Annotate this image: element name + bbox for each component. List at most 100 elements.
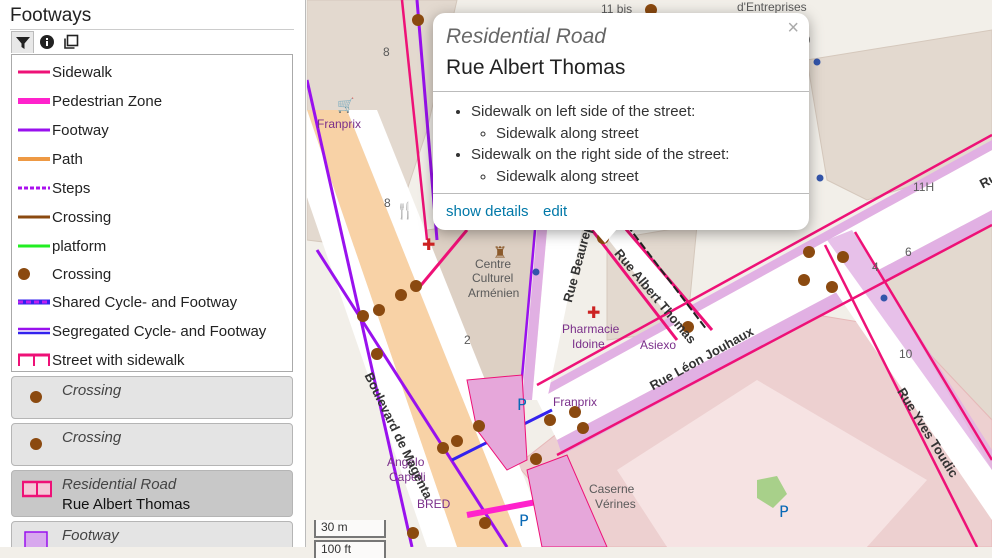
footway-area-symbol xyxy=(24,531,48,547)
feature-popup: × Residential Road Rue Albert Thomas Sid… xyxy=(433,13,809,243)
steps-line-symbol xyxy=(18,186,50,190)
sidewalk-line-symbol xyxy=(18,70,50,74)
doctor-icon: ✚ xyxy=(422,235,435,254)
crossing-dot xyxy=(371,348,383,360)
poi-dot xyxy=(813,58,821,66)
filter-icon xyxy=(15,36,30,49)
popup-sub-item: Sidewalk along street xyxy=(496,123,729,145)
legend-label: Crossing xyxy=(52,208,112,226)
crossing-line-symbol xyxy=(18,215,50,219)
feature-type: Residential Road xyxy=(62,476,177,493)
close-button[interactable]: × xyxy=(787,17,799,40)
legend-item: Crossing xyxy=(12,260,292,288)
popup-feature-name: Rue Albert Thomas xyxy=(446,56,626,79)
crossing-dot xyxy=(479,517,491,529)
house-number: 10 xyxy=(899,347,913,361)
info-icon xyxy=(39,35,54,49)
poi-dot xyxy=(532,268,540,276)
crossing-dot xyxy=(798,274,810,286)
legend-label: Footway xyxy=(52,121,109,139)
crossing-dot-symbol xyxy=(30,438,42,450)
street-with-sidewalk-symbol xyxy=(22,480,52,498)
layer-title: Footways xyxy=(10,5,92,26)
crossing-dot xyxy=(410,280,422,292)
crossing-dot xyxy=(837,251,849,263)
sidewalk-left-label: Sidewalk on left side of the street: xyxy=(471,103,696,120)
crossing-dot xyxy=(826,281,838,293)
legend-label: Shared Cycle- and Footway xyxy=(52,293,238,311)
info-tab[interactable] xyxy=(35,31,58,53)
crossing-dot xyxy=(407,527,419,539)
poi-label: Franprix xyxy=(317,117,362,131)
copy-tab[interactable] xyxy=(59,31,82,53)
feature-card[interactable]: Footway xyxy=(11,521,293,547)
legend-item: Crossing xyxy=(12,203,292,231)
legend-item: Pedestrian Zone xyxy=(12,87,292,115)
legend: Sidewalk Pedestrian Zone Footway Path St… xyxy=(11,54,293,372)
legend-label: Path xyxy=(52,150,83,168)
pharmacy-icon: ✚ xyxy=(587,303,600,322)
crossing-dot xyxy=(544,414,556,426)
crossing-dot xyxy=(395,289,407,301)
house-number: 8 xyxy=(384,196,391,210)
legend-item: Path xyxy=(12,145,292,173)
sidewalk-right-label: Sidewalk on the right side of the street… xyxy=(471,146,730,163)
popup-attribute-list: Sidewalk on left side of the street: Sid… xyxy=(471,101,729,187)
legend-label: Steps xyxy=(52,179,91,197)
popup-feature-type: Residential Road xyxy=(446,25,606,48)
crossing-dot xyxy=(530,453,542,465)
feature-type: Footway xyxy=(62,527,119,544)
crossing-dot xyxy=(451,435,463,447)
restaurant-icon: 🍴 xyxy=(395,201,415,220)
house-number: 8 xyxy=(383,45,390,59)
edit-link[interactable]: edit xyxy=(543,203,567,220)
legend-item: Segregated Cycle- and Footway xyxy=(12,317,292,345)
popup-list-item: Sidewalk on the right side of the street… xyxy=(471,144,729,187)
legend-item: Sidewalk xyxy=(12,58,292,86)
legend-item: platform xyxy=(12,232,292,260)
crossing-dot xyxy=(437,442,449,454)
poi-label: Franprix xyxy=(553,395,598,409)
feature-type: Crossing xyxy=(62,429,122,446)
copy-icon xyxy=(63,34,78,49)
feature-name: Rue Albert Thomas xyxy=(62,496,191,513)
house-number: 4 xyxy=(872,260,879,274)
scale-metric: 30 m xyxy=(314,520,386,538)
feature-card[interactable]: Crossing xyxy=(11,423,293,466)
poi-label: Culturel xyxy=(472,271,514,285)
poi-label: Centre xyxy=(475,257,512,271)
popup-divider xyxy=(433,91,809,92)
show-details-link[interactable]: show details xyxy=(446,203,529,220)
segregated-cycle-footway-symbol xyxy=(18,327,50,335)
popup-tip xyxy=(593,229,617,243)
poi-label: Pharmacie xyxy=(562,322,620,336)
crossing-dot-symbol xyxy=(18,268,30,280)
feature-card[interactable]: Crossing xyxy=(11,376,293,419)
poi-label: Vérines xyxy=(595,497,636,511)
feature-type: Crossing xyxy=(62,382,122,399)
crossing-dot xyxy=(473,420,485,432)
poi-label: Idoine xyxy=(572,337,605,351)
pedestrian-zone-symbol xyxy=(18,98,50,104)
platform-line-symbol xyxy=(18,244,50,248)
poi-label: Caserne xyxy=(589,482,635,496)
popup-list-item: Sidewalk on left side of the street: Sid… xyxy=(471,101,729,144)
feature-card-selected[interactable]: Residential Road Rue Albert Thomas xyxy=(11,470,293,517)
popup-divider xyxy=(433,193,809,194)
crossing-dot xyxy=(803,246,815,258)
crossing-dot xyxy=(357,310,369,322)
path-line-symbol xyxy=(18,157,50,161)
legend-item: Footway xyxy=(12,116,292,144)
parking-icon: P xyxy=(517,395,527,414)
legend-label: Crossing xyxy=(52,265,112,283)
shared-cycle-footway-symbol xyxy=(18,299,50,305)
house-number: 2 xyxy=(464,333,471,347)
filter-tab[interactable] xyxy=(11,31,34,53)
legend-item: Street with sidewalk xyxy=(12,346,292,374)
sidebar: Footways Sidewalk Pedestrian Zone Footwa… xyxy=(0,0,306,547)
crossing-dot xyxy=(412,14,424,26)
crossing-dot xyxy=(373,304,385,316)
legend-label: Street with sidewalk xyxy=(52,351,185,369)
parking-icon: P xyxy=(519,511,529,530)
legend-label: Sidewalk xyxy=(52,63,113,81)
